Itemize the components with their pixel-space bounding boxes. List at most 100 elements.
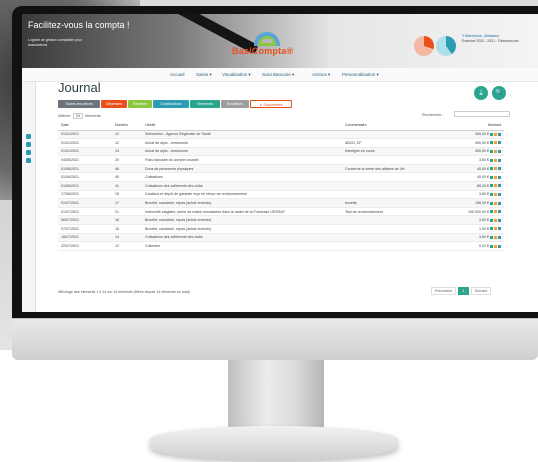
more-icon[interactable] bbox=[498, 244, 501, 248]
cell-amount: 350,00 € bbox=[428, 147, 504, 157]
table-row[interactable]: 06/07/2021 16 Buvette, sandwich, repas (ac… bbox=[58, 215, 504, 226]
download-button[interactable]: ⤓ bbox=[474, 86, 488, 100]
nav-item-accueil[interactable]: Accueil bbox=[170, 72, 185, 77]
view-icon[interactable] bbox=[490, 244, 493, 248]
edit-icon[interactable] bbox=[494, 244, 497, 248]
page-length: Afficher 25 éléments bbox=[58, 113, 101, 119]
edit-icon[interactable] bbox=[494, 158, 497, 162]
table-row[interactable]: 07/07/2021 16 Buvette, sandwich, repas (ac… bbox=[58, 224, 504, 234]
filter-expenses[interactable]: Dépenses bbox=[101, 100, 127, 108]
cell-label: Buvette, sandwich, repas (achat revendu) bbox=[142, 198, 342, 208]
table-row[interactable]: 22/07/2021 12 Collectes 0,22 € bbox=[58, 241, 504, 251]
col-amount[interactable]: Montant bbox=[428, 121, 504, 131]
more-icon[interactable] bbox=[498, 193, 501, 196]
view-icon[interactable] bbox=[490, 218, 493, 222]
more-icon[interactable] bbox=[498, 184, 501, 188]
table-row[interactable]: 18/07/2021 14 Cotisations des adhérents de… bbox=[58, 233, 504, 243]
table-info: Affichage des éléments 1 à 14 sur 14 élé… bbox=[58, 290, 190, 294]
table-row[interactable]: 01/06/2021 46 Cotisations 40,00 € bbox=[58, 172, 504, 183]
amount-value: 3,60 € bbox=[479, 158, 489, 163]
pagination-next[interactable]: Suivant bbox=[470, 287, 492, 295]
table-row[interactable]: 01/01/2021 12 Subvention - Agence Régional… bbox=[58, 130, 504, 140]
table-row[interactable]: 01/07/2021 21 Indemnité stagiaire, prime d… bbox=[58, 207, 504, 217]
view-icon[interactable] bbox=[490, 150, 493, 154]
pagination-page[interactable]: 1 bbox=[458, 287, 469, 295]
cell-comment: ABCD, EF bbox=[342, 138, 428, 148]
more-icon[interactable] bbox=[498, 175, 501, 179]
more-icon[interactable] bbox=[498, 150, 501, 154]
edit-icon[interactable] bbox=[494, 175, 497, 179]
page-length-select[interactable]: 25 bbox=[72, 113, 84, 119]
cell-number: 12 bbox=[112, 241, 142, 251]
filter-transfers[interactable]: Virements bbox=[190, 100, 220, 108]
more-icon[interactable] bbox=[498, 235, 501, 239]
edit-icon[interactable] bbox=[494, 167, 497, 171]
cell-comment: buvette bbox=[342, 198, 428, 208]
chart-icon[interactable] bbox=[26, 150, 31, 155]
view-icon[interactable] bbox=[490, 235, 493, 239]
more-icon[interactable] bbox=[498, 201, 501, 205]
nav-item-actions[interactable]: Actions ▾ bbox=[312, 72, 330, 78]
view-icon[interactable] bbox=[490, 184, 493, 188]
filter-all[interactable]: Toutes les pièces bbox=[58, 100, 100, 108]
filter-drafts[interactable]: Brouillons bbox=[221, 100, 249, 108]
cell-label: Frais bancaire du compte courant bbox=[142, 155, 342, 165]
table-row[interactable]: 01/06/2021 41 Cotisations des adhérents de… bbox=[58, 181, 504, 191]
search-button[interactable]: 🔍 bbox=[492, 86, 506, 100]
app-logo[interactable]: BasiCompta® bbox=[232, 32, 302, 62]
edit-icon[interactable] bbox=[494, 201, 497, 205]
filter-contributions[interactable]: Contributions bbox=[153, 100, 189, 108]
col-label[interactable]: Libellé bbox=[142, 121, 342, 131]
cell-comment bbox=[342, 190, 428, 200]
edit-icon[interactable] bbox=[494, 193, 497, 196]
more-icon[interactable] bbox=[498, 167, 501, 171]
edit-icon[interactable] bbox=[494, 218, 497, 222]
menu-icon[interactable] bbox=[26, 134, 31, 139]
view-icon[interactable] bbox=[490, 141, 493, 145]
nav-item-personnalisation[interactable]: Personnalisation ▾ bbox=[342, 72, 379, 78]
pagination-prev[interactable]: Précédent bbox=[431, 287, 457, 295]
filter-income[interactable]: Recettes bbox=[128, 100, 152, 108]
view-icon[interactable] bbox=[490, 158, 493, 162]
edit-icon[interactable] bbox=[494, 210, 497, 214]
amount-value: 450,00 € bbox=[475, 132, 489, 137]
col-comment[interactable]: Commentaire bbox=[342, 121, 428, 131]
edit-icon[interactable] bbox=[494, 150, 497, 154]
more-icon[interactable] bbox=[498, 227, 501, 231]
view-icon[interactable] bbox=[490, 210, 493, 214]
edit-icon[interactable] bbox=[494, 227, 497, 231]
more-icon[interactable] bbox=[498, 210, 501, 214]
nav-item-visualisation[interactable]: Visualisation ▾ bbox=[222, 72, 251, 78]
table-row[interactable]: 01/06/2021 46 Dons de personnes physiques C… bbox=[58, 164, 504, 174]
view-icon[interactable] bbox=[490, 201, 493, 205]
more-icon[interactable] bbox=[498, 218, 501, 222]
sidebar bbox=[22, 82, 36, 312]
view-icon[interactable] bbox=[490, 167, 493, 171]
cell-amount: 40,00 € bbox=[428, 172, 504, 183]
edit-icon[interactable] bbox=[494, 132, 497, 136]
table-row[interactable]: 01/01/2021 12 Achat de stylo - remboursé AB… bbox=[58, 138, 504, 148]
search-input[interactable] bbox=[454, 111, 510, 117]
view-icon[interactable] bbox=[490, 132, 493, 136]
edit-icon[interactable] bbox=[494, 141, 497, 145]
nav-item-saisie[interactable]: Saisie ▾ bbox=[196, 72, 212, 78]
edit-icon[interactable] bbox=[494, 235, 497, 239]
col-date[interactable]: Date bbox=[58, 121, 112, 131]
table-row[interactable]: 17/06/2021 15 Cautions et dépôt de garanti… bbox=[58, 190, 504, 200]
more-icon[interactable] bbox=[498, 158, 501, 162]
view-icon[interactable] bbox=[490, 193, 493, 196]
view-icon[interactable] bbox=[490, 175, 493, 179]
table-row[interactable]: 01/01/2021 13 Achat de stylo - remboursé In… bbox=[58, 147, 504, 157]
filter-deleted[interactable]: ✕ Supprimées bbox=[250, 100, 292, 108]
table-row[interactable]: 04/05/2021 20 Frais bancaire du compte cou… bbox=[58, 155, 504, 165]
user-box[interactable]: Ÿ Bienvenue, Utilisateur Exercice 2020 -… bbox=[462, 34, 538, 44]
more-icon[interactable] bbox=[498, 141, 501, 145]
col-number[interactable]: Numéro bbox=[112, 121, 142, 131]
folder-icon[interactable] bbox=[26, 142, 31, 147]
table-row[interactable]: 01/07/2021 17 Buvette, sandwich, repas (ac… bbox=[58, 198, 504, 208]
edit-icon[interactable] bbox=[494, 184, 497, 188]
settings-icon[interactable] bbox=[26, 158, 31, 163]
nav-item-suivi-bancaire[interactable]: Suivi Bancaire ▾ bbox=[262, 72, 294, 78]
view-icon[interactable] bbox=[490, 227, 493, 231]
more-icon[interactable] bbox=[498, 132, 501, 136]
